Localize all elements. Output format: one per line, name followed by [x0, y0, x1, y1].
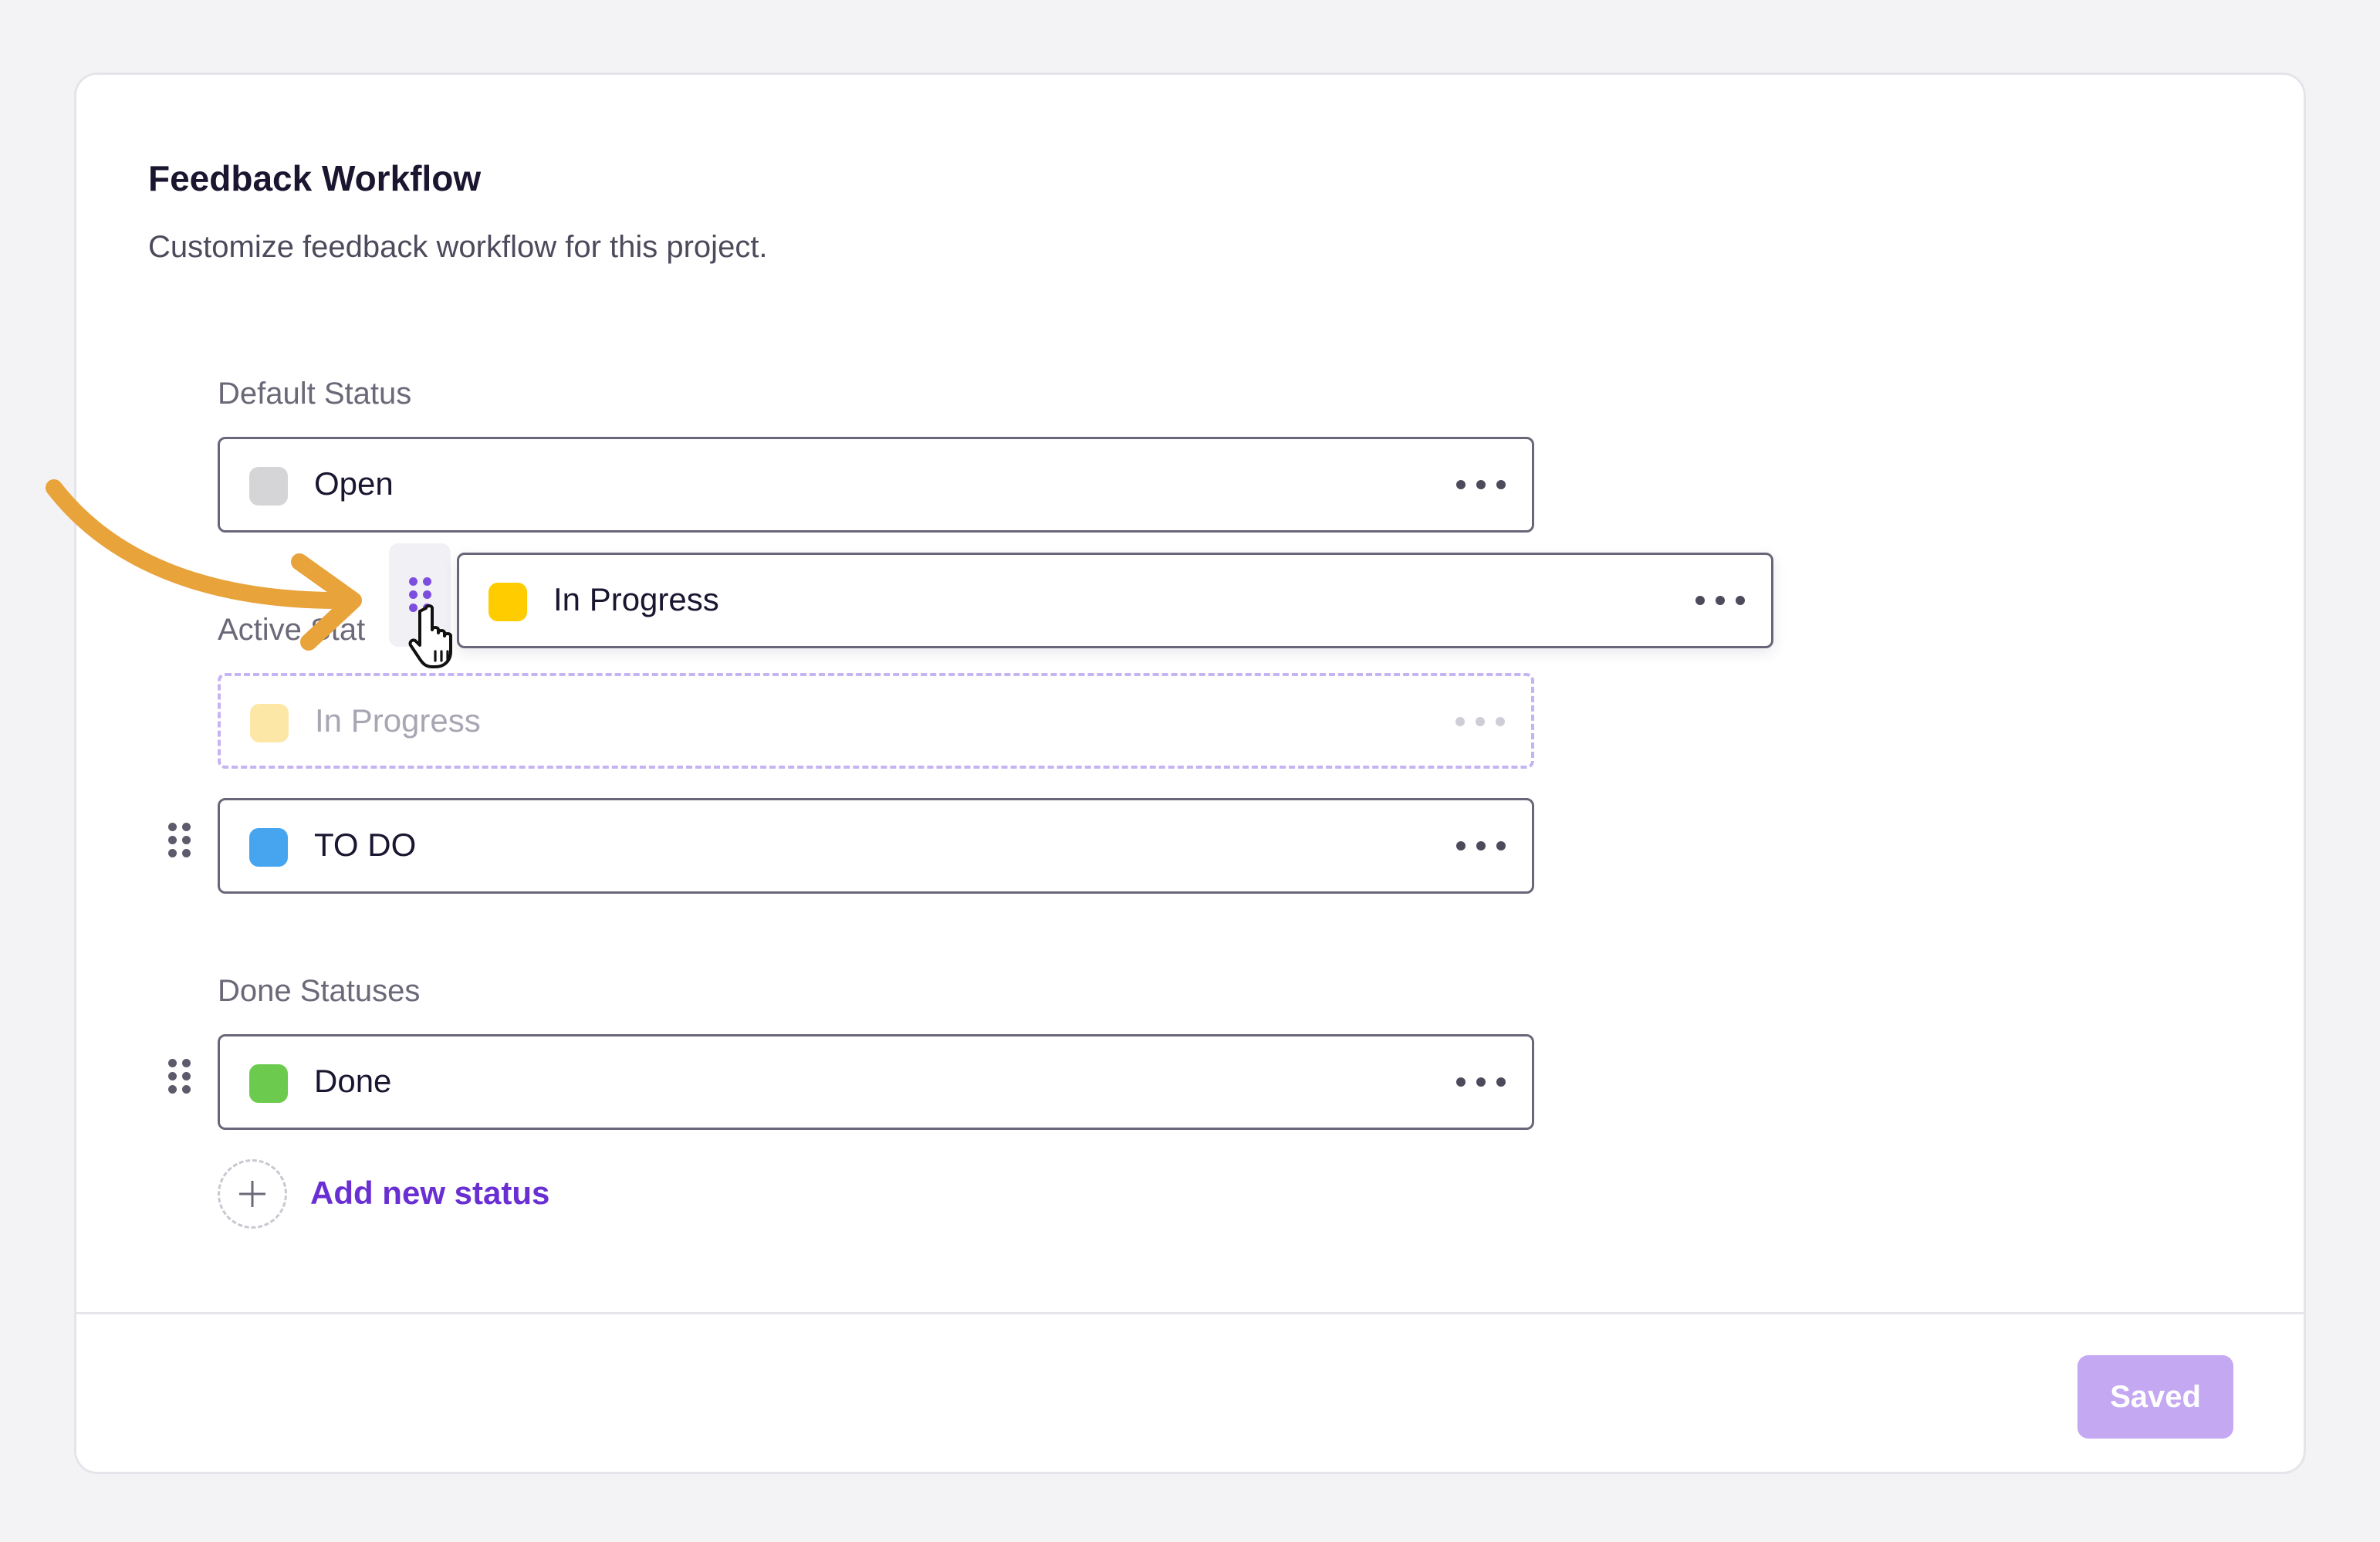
- default-status-label: Default Status: [218, 377, 412, 411]
- page-subtitle: Customize feedback workflow for this pro…: [148, 230, 768, 264]
- status-label: In Progress: [553, 581, 719, 617]
- status-color-swatch: [249, 828, 288, 867]
- done-statuses-label: Done Statuses: [218, 974, 421, 1008]
- status-label: TO DO: [314, 827, 417, 863]
- drag-handle-icon[interactable]: [168, 823, 191, 858]
- more-horizontal-icon[interactable]: [1456, 1070, 1506, 1094]
- status-label: In Progress: [315, 702, 481, 739]
- drag-handle-icon[interactable]: [168, 1059, 191, 1094]
- status-color-swatch: [249, 1064, 288, 1103]
- status-row-done[interactable]: Done: [218, 1034, 1534, 1130]
- status-color-swatch: [489, 583, 527, 621]
- hand-pointer-icon: [408, 604, 452, 668]
- more-horizontal-icon: [1455, 710, 1505, 733]
- drop-placeholder-in-progress: In Progress: [218, 673, 1534, 769]
- footer-divider: [74, 1312, 2306, 1314]
- status-color-swatch: [250, 704, 289, 742]
- status-row-in-progress-dragging[interactable]: In Progress: [457, 553, 1773, 648]
- status-row-open[interactable]: Open: [218, 437, 1534, 533]
- page-title: Feedback Workflow: [148, 158, 482, 198]
- more-horizontal-icon[interactable]: [1456, 473, 1506, 496]
- status-row-todo[interactable]: TO DO: [218, 798, 1534, 894]
- saved-button[interactable]: Saved: [2077, 1355, 2233, 1439]
- curved-arrow-icon: [46, 479, 362, 651]
- plus-icon[interactable]: [218, 1159, 287, 1229]
- more-horizontal-icon[interactable]: [1695, 589, 1745, 612]
- more-horizontal-icon[interactable]: [1456, 834, 1506, 857]
- status-label: Done: [314, 1063, 392, 1099]
- add-new-status-link[interactable]: Add new status: [310, 1175, 549, 1212]
- workflow-card: [74, 73, 2306, 1474]
